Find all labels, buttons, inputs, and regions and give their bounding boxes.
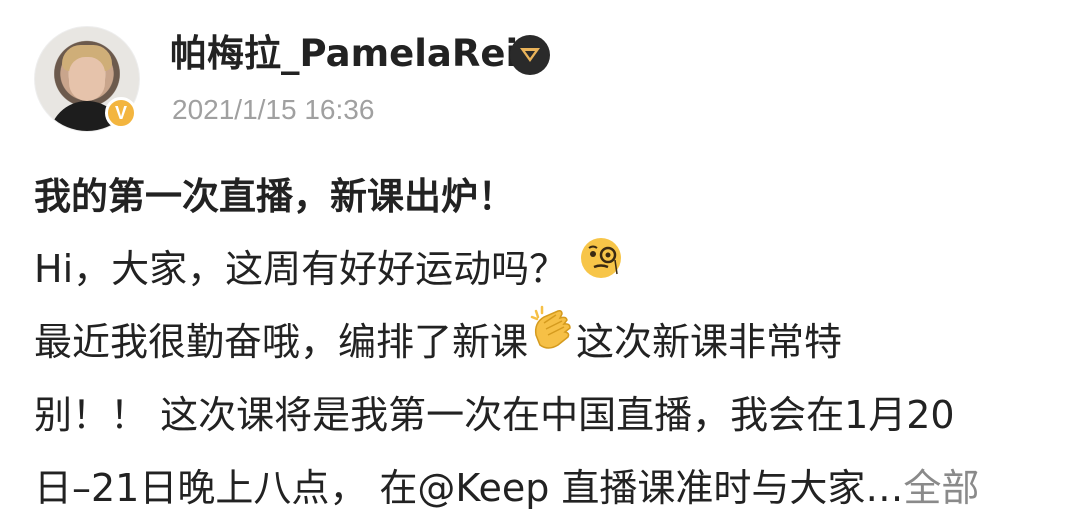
post-title: 我的第一次直播，新课出炉！ (34, 175, 515, 218)
clapping-hands-icon (528, 304, 576, 377)
post-line-4: 日–21日晚上八点， 在@Keep 直播课准时与大家…全部 (34, 452, 1054, 511)
thinking-monocle-icon (579, 231, 623, 304)
expand-full-text-link[interactable]: 全部 (903, 466, 979, 510)
username-link[interactable]: 帕梅拉_PamelaReif (170, 30, 534, 78)
post-line-2: 最近我很勤奋哦，编排了新课 这次新课非常特 (34, 304, 1054, 379)
post-line-2-part-2: 这次新课非常特 (576, 320, 843, 364)
post-line-3: 别！！ 这次课将是我第一次在中国直播，我会在1月20 (34, 393, 955, 437)
weibo-post-card: V 帕梅拉_PamelaReif 2021/1/15 16:36 我的第一次直播… (0, 0, 1080, 511)
avatar[interactable]: V (34, 26, 140, 132)
down-triangle-icon (520, 48, 540, 62)
post-line-2-part-1: 最近我很勤奋哦，编排了新课 (34, 320, 529, 364)
post-timestamp: 2021/1/15 16:36 (172, 94, 375, 125)
user-level-badge-icon[interactable] (510, 35, 550, 75)
post-line-1-text: Hi，大家，这周有好好运动吗？ (34, 247, 568, 291)
verified-v-icon: V (105, 97, 137, 129)
post-line-4-text[interactable]: 日–21日晚上八点， 在@Keep 直播课准时与大家… (34, 466, 903, 510)
post-line-1: Hi，大家，这周有好好运动吗？ (34, 233, 1054, 306)
post-content: 我的第一次直播，新课出炉！ Hi，大家，这周有好好运动吗？ 最近我很勤奋哦，编排… (34, 160, 1054, 511)
